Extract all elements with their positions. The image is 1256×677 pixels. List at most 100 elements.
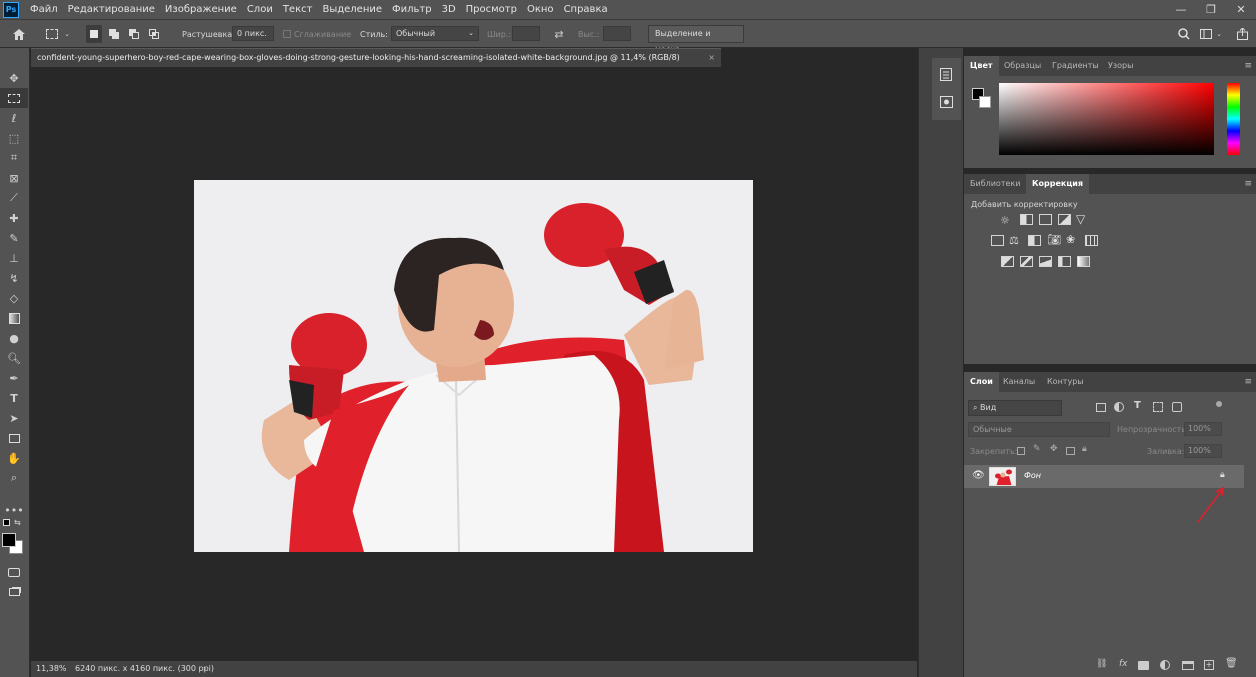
lock-position-icon[interactable]: ✥ <box>1050 444 1058 454</box>
filter-toggle-icon[interactable] <box>1216 401 1222 407</box>
tab-paths[interactable]: Контуры <box>1041 372 1090 392</box>
tab-layers[interactable]: Слои <box>964 372 999 392</box>
eyedropper-tool-icon[interactable]: ⟋ <box>0 188 28 208</box>
black-white-icon[interactable] <box>1028 235 1041 246</box>
vibrance-icon[interactable]: ▽ <box>1076 212 1085 226</box>
hue-saturation-icon[interactable] <box>991 235 1004 246</box>
menu-file[interactable]: Файл <box>25 0 63 19</box>
hand-tool-icon[interactable]: ✋ <box>0 448 28 468</box>
marquee-tool-icon[interactable] <box>44 25 60 43</box>
tab-gradients[interactable]: Градиенты <box>1046 56 1105 76</box>
menu-select[interactable]: Выделение <box>317 0 387 19</box>
screen-mode-icon[interactable] <box>0 582 28 602</box>
zoom-tool-icon[interactable]: ⌕ <box>0 468 28 488</box>
filter-adjustment-icon[interactable] <box>1114 402 1124 412</box>
properties-icon[interactable] <box>938 66 954 82</box>
tab-channels[interactable]: Каналы <box>997 372 1041 392</box>
new-layer-icon[interactable]: + <box>1204 660 1214 670</box>
tab-adjustments[interactable]: Коррекция <box>1026 174 1090 194</box>
healing-brush-icon[interactable]: ✚ <box>0 208 28 228</box>
add-selection-icon[interactable] <box>106 25 122 43</box>
object-selection-icon[interactable]: ⬚ <box>0 128 28 148</box>
lock-artboard-icon[interactable] <box>1066 447 1075 455</box>
exposure-icon[interactable] <box>1058 214 1071 225</box>
intersect-selection-icon[interactable] <box>146 25 162 43</box>
menu-image[interactable]: Изображение <box>160 0 242 19</box>
swap-icon[interactable]: ⇄ <box>551 25 567 43</box>
tab-libraries[interactable]: Библиотеки <box>964 174 1026 194</box>
menu-view[interactable]: Просмотр <box>461 0 522 19</box>
levels-icon[interactable] <box>1020 214 1033 225</box>
layer-lock-icon[interactable]: 🔒︎ <box>1220 470 1225 480</box>
menu-3d[interactable]: 3D <box>437 0 461 19</box>
new-selection-icon[interactable] <box>86 25 102 43</box>
default-colors-icon[interactable] <box>3 519 10 526</box>
menu-edit[interactable]: Редактирование <box>63 0 160 19</box>
move-tool-icon[interactable]: ✥ <box>0 68 28 88</box>
blend-mode-select[interactable]: Обычные <box>968 422 1110 437</box>
pen-tool-icon[interactable]: ✒ <box>0 368 28 388</box>
document-image[interactable] <box>194 180 753 552</box>
new-group-icon[interactable] <box>1182 661 1194 670</box>
lock-image-icon[interactable]: ✎ <box>1033 444 1041 454</box>
foreground-color-swatch[interactable] <box>2 533 16 547</box>
invert-icon[interactable] <box>1001 256 1014 267</box>
layer-filter-select[interactable]: ⌕ Вид <box>968 400 1062 416</box>
type-tool-icon[interactable]: T <box>0 388 28 408</box>
minimize-icon[interactable]: — <box>1166 0 1196 19</box>
tab-swatches[interactable]: Образцы <box>998 56 1047 76</box>
chevron-down-icon[interactable]: ⌄ <box>1214 25 1224 43</box>
threshold-icon[interactable] <box>1039 256 1052 267</box>
add-mask-icon[interactable] <box>1138 661 1149 670</box>
menu-type[interactable]: Текст <box>278 0 318 19</box>
color-picker-field[interactable] <box>999 83 1214 155</box>
fx-icon[interactable]: fx <box>1119 659 1128 669</box>
share-icon[interactable] <box>1234 25 1250 43</box>
history-brush-icon[interactable]: ↯ <box>0 268 28 288</box>
crop-tool-icon[interactable]: ⌗ <box>0 148 28 168</box>
link-layers-icon[interactable]: ⛓ <box>1096 659 1107 669</box>
chevron-down-icon[interactable]: ⌄ <box>62 25 72 43</box>
menu-filter[interactable]: Фильтр <box>387 0 437 19</box>
character-panel-icon[interactable] <box>938 94 954 110</box>
subtract-selection-icon[interactable] <box>126 25 142 43</box>
antialias-checkbox[interactable] <box>283 30 291 38</box>
workspace-icon[interactable] <box>1198 25 1214 43</box>
fill-input[interactable]: 100% <box>1184 444 1222 458</box>
background-color-swatch[interactable] <box>979 96 991 108</box>
panel-menu-icon[interactable]: ≡ <box>1244 179 1252 189</box>
curves-icon[interactable] <box>1039 214 1052 225</box>
hue-slider[interactable] <box>1227 83 1240 155</box>
gradient-tool-icon[interactable] <box>0 308 28 328</box>
color-lookup-icon[interactable] <box>1085 235 1098 246</box>
more-tools-icon[interactable]: ••• <box>0 500 28 520</box>
path-selection-icon[interactable]: ➤ <box>0 408 28 428</box>
document-tab[interactable]: confident-young-superhero-boy-red-cape-w… <box>31 48 721 67</box>
tab-patterns[interactable]: Узоры <box>1102 56 1139 76</box>
filter-shape-icon[interactable] <box>1153 402 1163 412</box>
opacity-input[interactable]: 100% <box>1184 422 1222 436</box>
lasso-tool-icon[interactable]: ℓ <box>0 108 28 128</box>
close-window-icon[interactable]: ✕ <box>1226 0 1256 19</box>
lock-all-icon[interactable]: 🔒︎ <box>1082 444 1087 454</box>
filter-smart-object-icon[interactable] <box>1172 402 1182 412</box>
menu-help[interactable]: Справка <box>559 0 613 19</box>
panel-menu-icon[interactable]: ≡ <box>1244 377 1252 387</box>
tab-color[interactable]: Цвет <box>964 56 999 76</box>
status-menu-arrow[interactable]: › <box>203 661 206 677</box>
eraser-tool-icon[interactable]: ◇ <box>0 288 28 308</box>
quick-mask-icon[interactable] <box>0 562 28 582</box>
color-balance-icon[interactable]: ⚖ <box>1009 234 1019 247</box>
selective-color-icon[interactable] <box>1058 256 1071 267</box>
rectangle-tool-icon[interactable] <box>0 428 28 448</box>
home-icon[interactable] <box>10 25 28 43</box>
zoom-level[interactable]: 11,38% <box>36 661 67 677</box>
gradient-map-icon[interactable] <box>1077 256 1090 267</box>
brush-tool-icon[interactable]: ✎ <box>0 228 28 248</box>
swap-colors-icon[interactable]: ⇆ <box>14 518 21 527</box>
panel-menu-icon[interactable]: ≡ <box>1244 61 1252 71</box>
posterize-icon[interactable] <box>1020 256 1033 267</box>
filter-pixel-icon[interactable] <box>1096 403 1106 412</box>
blur-tool-icon[interactable]: ● <box>0 328 28 348</box>
menu-window[interactable]: Окно <box>522 0 559 19</box>
